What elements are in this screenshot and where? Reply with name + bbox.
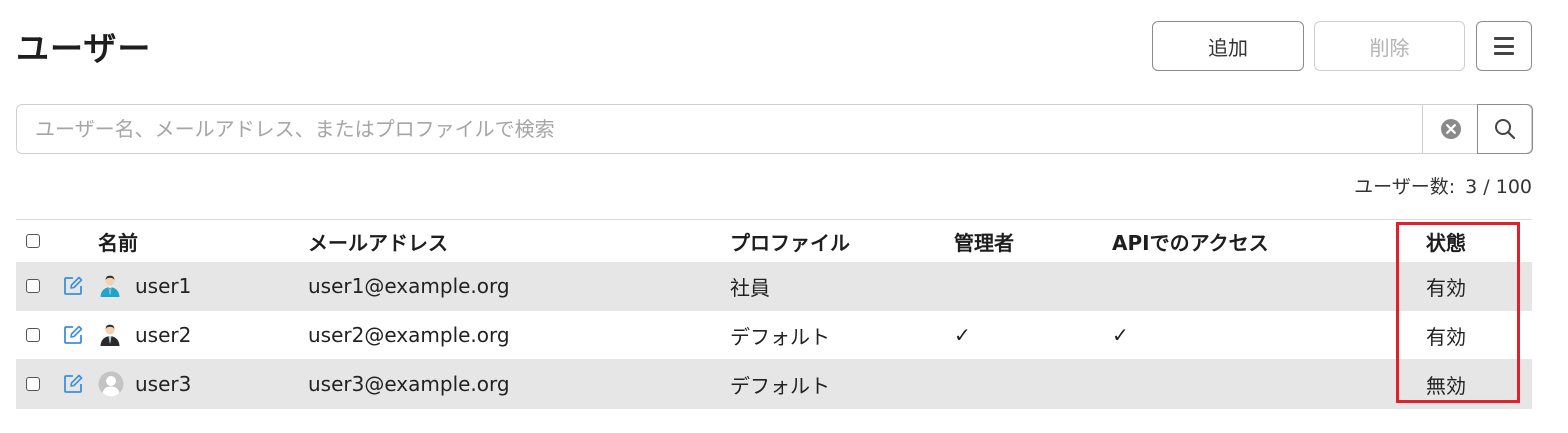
admin-check-icon: ✓ (954, 323, 971, 347)
user-name: user1 (135, 274, 192, 298)
hamburger-menu-icon (1494, 37, 1514, 55)
clear-search-button[interactable] (1422, 105, 1478, 153)
users-table: 名前 メールアドレス プロファイル 管理者 APIでのアクセス 状態 user1… (16, 219, 1532, 409)
table-row[interactable]: user3 user3@example.org デフォルト 無効 (16, 360, 1532, 409)
table-row[interactable]: user1 user1@example.org 社員 有効 (16, 262, 1532, 311)
user-count: ユーザー数: 3 / 100 (1354, 172, 1532, 199)
user-count-value: 3 / 100 (1465, 176, 1532, 198)
row-checkbox[interactable] (26, 262, 40, 310)
header-name[interactable]: 名前 (98, 220, 138, 262)
edit-icon[interactable] (62, 360, 84, 408)
page-title: ユーザー (16, 29, 152, 68)
api-access-check-icon: ✓ (1112, 323, 1129, 347)
add-button[interactable]: 追加 (1152, 21, 1304, 71)
user-email: user3@example.org (308, 372, 510, 396)
search-input[interactable] (17, 105, 1422, 153)
row-checkbox[interactable] (26, 360, 40, 408)
user-profile: デフォルト (730, 373, 830, 398)
clear-circle-icon (1440, 119, 1461, 139)
table-header: 名前 メールアドレス プロファイル 管理者 APIでのアクセス 状態 (16, 219, 1532, 262)
user-teal-tie-icon (98, 262, 122, 310)
table-row[interactable]: user2 user2@example.org デフォルト ✓ ✓ 有効 (16, 311, 1532, 360)
edit-icon[interactable] (62, 311, 84, 359)
search-bar (16, 104, 1533, 154)
header-profile[interactable]: プロファイル (730, 220, 850, 262)
menu-button[interactable] (1476, 21, 1532, 71)
user-profile: 社員 (730, 275, 770, 300)
user-name: user3 (135, 372, 192, 396)
row-checkbox[interactable] (26, 311, 40, 359)
user-black-tie-icon (98, 311, 122, 359)
user-profile: デフォルト (730, 324, 830, 349)
header-status[interactable]: 状態 (1426, 220, 1466, 262)
delete-button[interactable]: 削除 (1314, 21, 1465, 71)
magnifier-icon (1495, 119, 1516, 140)
header-email[interactable]: メールアドレス (308, 220, 448, 262)
header-api-access[interactable]: APIでのアクセス (1112, 220, 1269, 262)
user-email: user2@example.org (308, 323, 510, 347)
user-status: 有効 (1426, 324, 1466, 349)
user-gray-default-icon (98, 360, 124, 408)
user-email: user1@example.org (308, 274, 510, 298)
header-admin[interactable]: 管理者 (954, 220, 1014, 262)
edit-icon[interactable] (62, 262, 84, 310)
user-status: 有効 (1426, 275, 1466, 300)
user-status: 無効 (1426, 373, 1466, 398)
select-all-checkbox[interactable] (26, 220, 40, 262)
user-name: user2 (135, 323, 192, 347)
user-count-label: ユーザー数: (1354, 176, 1456, 198)
search-button[interactable] (1477, 104, 1533, 154)
